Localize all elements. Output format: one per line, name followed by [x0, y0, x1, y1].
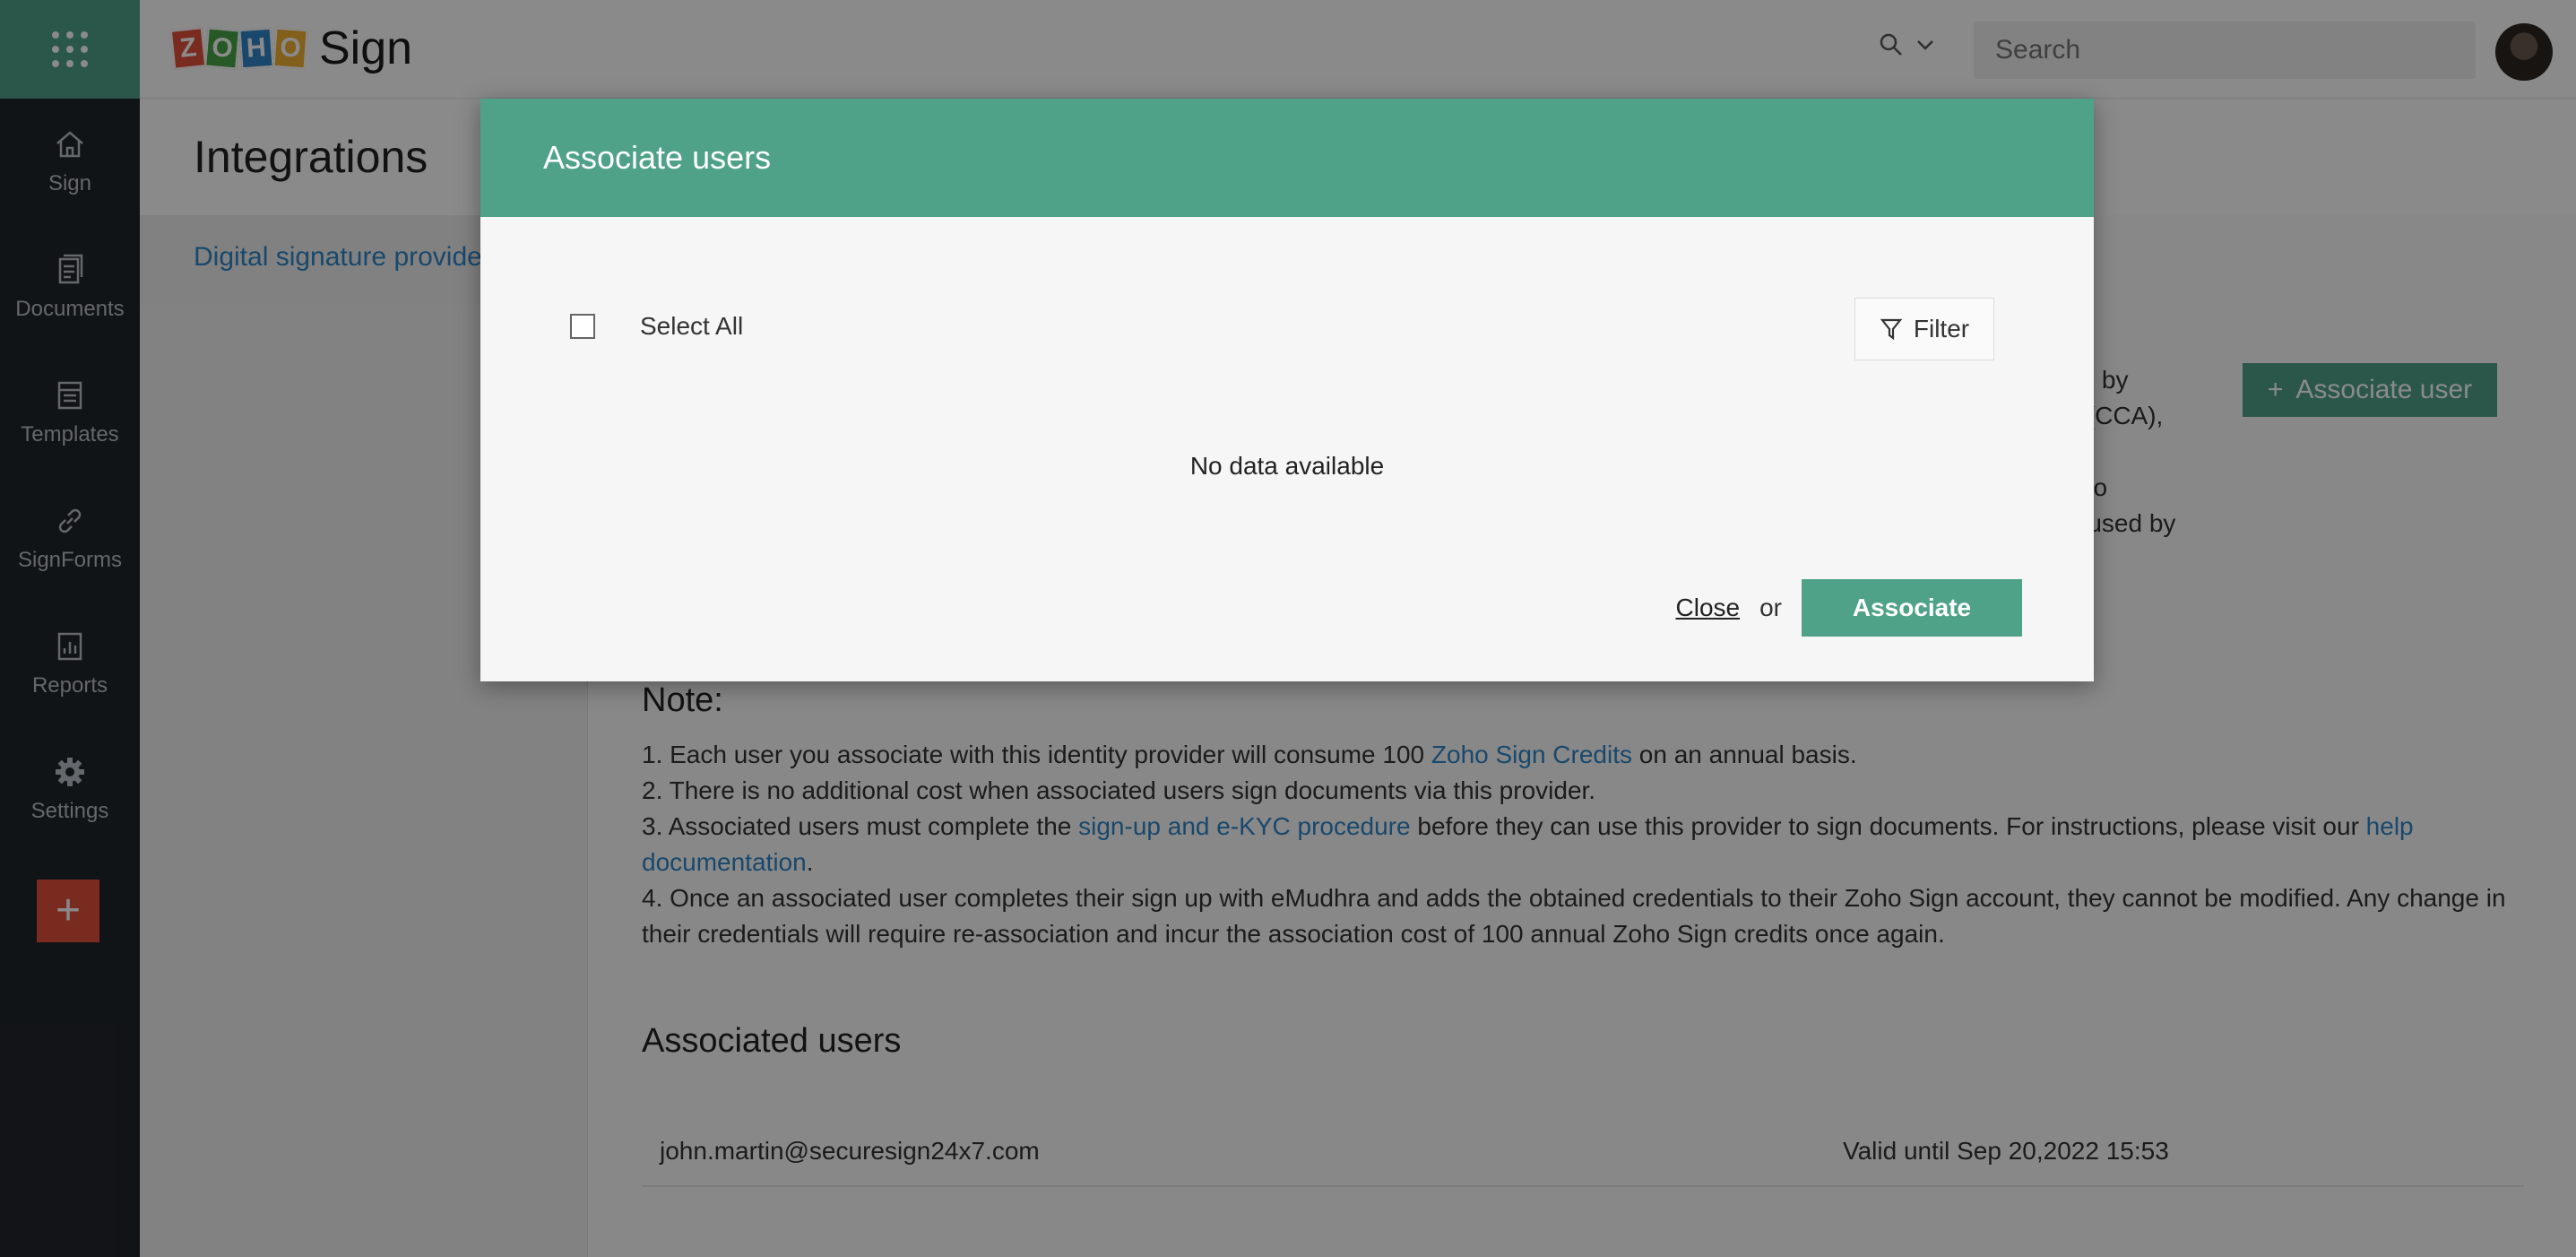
filter-button[interactable]: Filter [1854, 298, 1994, 360]
dialog-header: Associate users [480, 99, 2094, 217]
select-all-control[interactable]: Select All [570, 312, 743, 341]
filter-label: Filter [1913, 315, 1970, 342]
filter-icon [1880, 318, 1903, 341]
select-all-checkbox[interactable] [570, 314, 595, 339]
associate-button[interactable]: Associate [1802, 579, 2022, 637]
select-all-label: Select All [640, 312, 744, 340]
associate-users-dialog: Associate users Select All Filter No dat… [480, 99, 2094, 681]
dialog-title: Associate users [543, 139, 772, 176]
empty-state-message: No data available [1189, 452, 1385, 480]
close-link[interactable]: Close [1676, 594, 1741, 622]
dialog-footer: Close or Associate [1676, 579, 2022, 637]
or-text: or [1759, 594, 1782, 621]
